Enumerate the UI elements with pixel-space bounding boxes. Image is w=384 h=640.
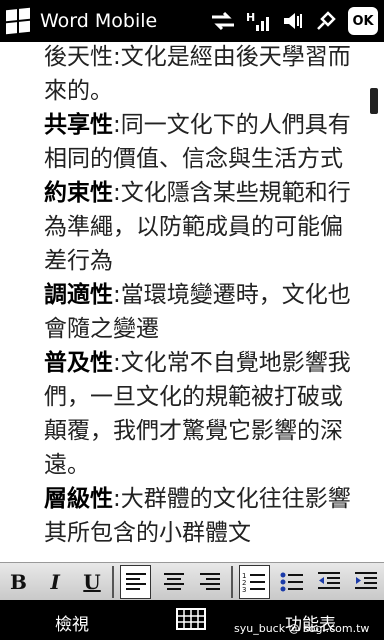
numbered-list-icon: 123: [242, 572, 266, 593]
signal-icon[interactable]: H: [246, 9, 272, 33]
decrease-indent-icon: [317, 572, 340, 589]
decrease-indent-button[interactable]: [314, 566, 343, 598]
document-area[interactable]: 後天性:文化是經由後天學習而來的。 共享性:同一文化下的人們具有相同的價值、信念…: [0, 42, 384, 562]
format-toolbar: B I U 123: [0, 562, 384, 601]
increase-indent-icon: [354, 572, 377, 589]
italic-button[interactable]: I: [41, 566, 70, 598]
paragraph[interactable]: 約束性:文化隱含某些規範和行為準繩，以防範成員的可能偏差行為: [44, 176, 362, 278]
term: 共享性: [44, 112, 113, 138]
keyboard-icon[interactable]: [176, 608, 206, 630]
term: 普及性: [44, 350, 113, 376]
ok-button[interactable]: OK: [348, 7, 378, 35]
increase-indent-button[interactable]: [351, 566, 380, 598]
windows-logo-icon[interactable]: [6, 7, 30, 35]
bold-button[interactable]: B: [4, 566, 33, 598]
document-text[interactable]: 後天性:文化是經由後天學習而來的。 共享性:同一文化下的人們具有相同的價值、信念…: [44, 42, 362, 550]
paragraph[interactable]: 普及性:文化常不自覺地影響我們，一旦文化的規範被打破或顛覆，我們才驚覺它影響的深…: [44, 346, 362, 482]
paragraph[interactable]: 調適性:當環境變遷時，文化也會隨之變遷: [44, 278, 362, 346]
svg-text:3: 3: [242, 586, 246, 593]
app-title: Word Mobile: [40, 10, 158, 32]
align-center-icon: [163, 573, 184, 590]
align-center-button[interactable]: [159, 566, 188, 598]
view-softkey[interactable]: 檢視: [55, 610, 89, 635]
bulleted-list-icon: [280, 572, 303, 592]
align-left-icon: [125, 573, 146, 590]
svg-text:H: H: [246, 11, 255, 24]
paragraph-text: 後天性:文化是經由後天學習而來的。: [44, 44, 351, 104]
align-right-button[interactable]: [196, 566, 225, 598]
numbered-list-button[interactable]: 123: [238, 565, 270, 599]
toolbar-divider: [112, 566, 115, 598]
charging-icon[interactable]: [314, 9, 338, 33]
sync-icon[interactable]: [210, 11, 236, 31]
scrollbar[interactable]: [370, 88, 378, 114]
term: 約束性: [44, 180, 113, 206]
status-icons: H OK: [210, 0, 384, 42]
bulleted-list-button[interactable]: [278, 566, 307, 598]
paragraph[interactable]: 後天性:文化是經由後天學習而來的。: [44, 42, 362, 108]
align-left-button[interactable]: [120, 565, 152, 599]
paragraph[interactable]: 共享性:同一文化下的人們具有相同的價值、信念與生活方式: [44, 108, 362, 176]
term: 層級性: [44, 486, 113, 512]
toolbar-divider: [230, 566, 233, 598]
watermark: syu_buck @ sogi.com.tw: [234, 622, 370, 635]
underline-button[interactable]: U: [78, 566, 107, 598]
title-bar: Word Mobile H OK: [0, 0, 384, 42]
paragraph[interactable]: 層級性:大群體的文化往往影響其所包含的小群體文: [44, 482, 362, 550]
align-right-icon: [200, 573, 221, 590]
term: 調適性: [44, 282, 113, 308]
speaker-icon[interactable]: [282, 10, 304, 32]
